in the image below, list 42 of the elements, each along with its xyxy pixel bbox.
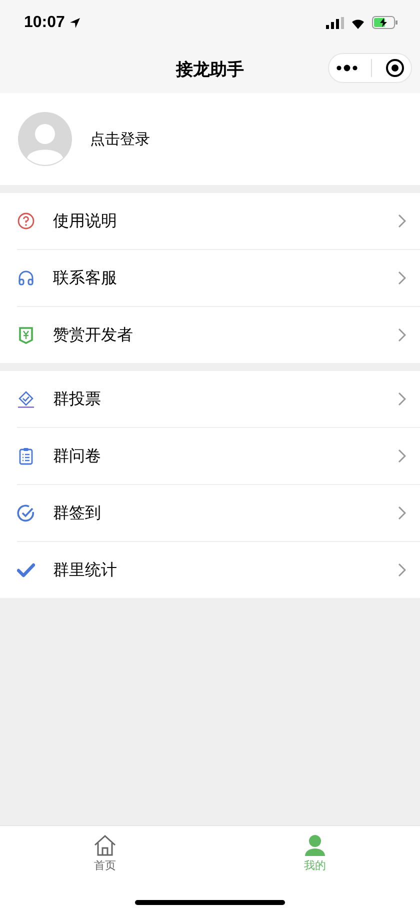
menu-label: 群签到 [53,502,102,524]
clock-time: 10:07 [24,14,65,32]
home-icon [93,834,117,856]
person-icon [304,834,326,856]
avatar-icon [18,112,72,166]
close-target-icon[interactable] [384,58,404,78]
menu-item[interactable]: 群投票 [0,371,420,427]
yen-badge-icon [17,326,35,344]
menu-label: 群里统计 [53,560,118,580]
chevron-icon [398,271,406,285]
chevron-icon [398,214,406,228]
chevron-icon [398,392,406,406]
tab-item[interactable]: 首页 [0,826,210,878]
circle-check-icon [17,504,35,522]
login-row[interactable]: 点击登录 [0,93,420,185]
wifi-icon [350,16,366,28]
diamond-check-icon [17,390,35,408]
check-icon [17,561,35,579]
location-arrow-icon [68,16,81,28]
battery-icon [372,16,398,29]
question-icon [17,212,35,230]
menu-item[interactable]: 群里统计 [17,541,420,598]
menu-label: 群投票 [53,388,102,410]
signal-icon [326,16,344,28]
login-label: 点击登录 [90,130,150,148]
more-icon[interactable] [336,64,358,72]
menu-item[interactable]: 群问卷 [17,427,420,484]
menu-item[interactable]: 使用说明 [0,193,420,249]
menu-item[interactable]: 联系客服 [17,249,420,306]
headphones-icon [17,269,35,287]
menu-item[interactable]: 群签到 [17,484,420,541]
clipboard-icon [17,447,35,465]
menu-label: 赞赏开发者 [53,324,134,346]
menu-item[interactable]: 赞赏开发者 [17,306,420,363]
chevron-icon [398,563,406,577]
menu-label: 联系客服 [53,268,118,288]
menu-label: 使用说明 [53,210,118,232]
chevron-icon [398,328,406,342]
chevron-icon [398,449,406,463]
page-title: 接龙助手 [176,58,244,80]
chevron-icon [398,506,406,520]
menu-label: 群问卷 [53,446,102,466]
